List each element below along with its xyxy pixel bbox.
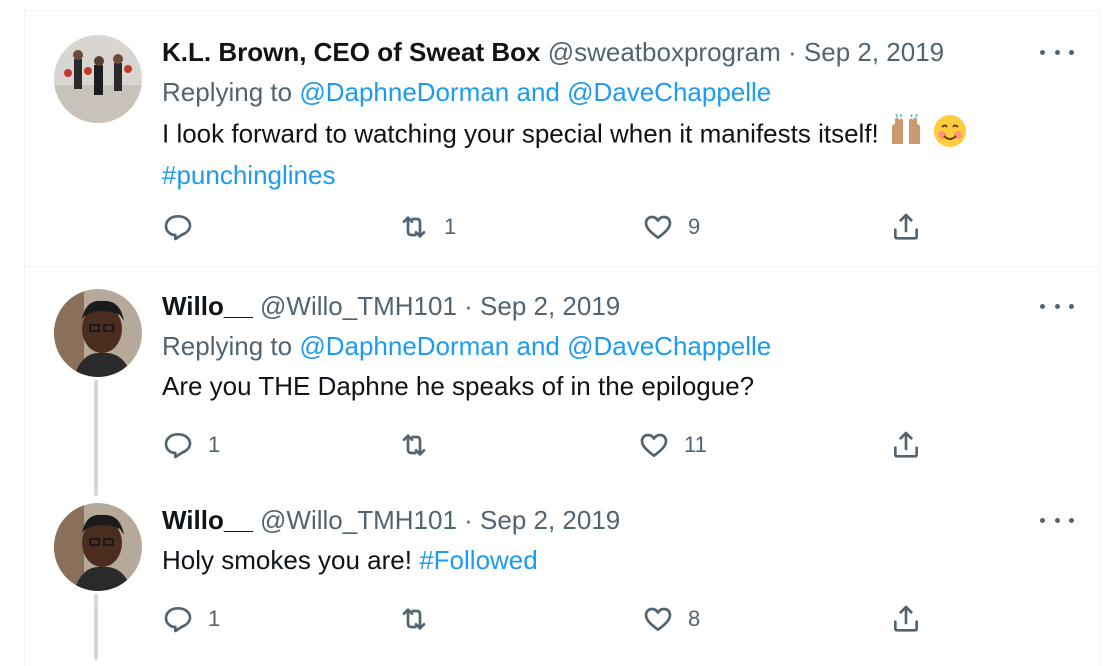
reply-button[interactable]: 1 (162, 602, 220, 636)
handle[interactable]: @Willo_TMH101 (260, 505, 457, 535)
handle[interactable]: @sweatboxprogram (548, 37, 781, 67)
more-icon[interactable] (1040, 42, 1074, 62)
avatar-image-dancers (54, 35, 142, 123)
replying-to: Replying to @DaphneDorman and @DaveChapp… (162, 76, 771, 108)
thread-connector (94, 380, 98, 496)
like-button[interactable]: 9 (642, 210, 700, 244)
retweet-button[interactable] (398, 602, 444, 636)
tweet-actions: 1 9 (162, 210, 942, 244)
tweet-divider (24, 266, 1100, 267)
tweet-header: Willo__ @Willo_TMH101 · Sep 2, 2019 (162, 504, 620, 536)
retweet-count: 1 (444, 214, 457, 239)
tweet-text: Holy smokes you are! #Followed (162, 542, 1042, 578)
tweet-actions: 1 11 (162, 428, 942, 462)
more-icon[interactable] (1040, 510, 1074, 530)
avatar[interactable] (54, 35, 142, 123)
avatar[interactable] (54, 289, 142, 377)
timestamp[interactable]: Sep 2, 2019 (480, 291, 620, 321)
replying-to-link[interactable]: @DaphneDorman and @DaveChappelle (299, 331, 771, 361)
tweet-header: Willo__ @Willo_TMH101 · Sep 2, 2019 (162, 290, 620, 322)
share-button[interactable] (890, 428, 922, 462)
share-button[interactable] (890, 210, 922, 244)
separator: · (456, 505, 481, 535)
reply-icon (164, 607, 192, 633)
retweet-button[interactable]: 1 (398, 210, 456, 244)
tweet-actions: 1 8 (162, 602, 942, 636)
tweet-header: K.L. Brown, CEO of Sweat Box @sweatboxpr… (162, 36, 944, 68)
timestamp[interactable]: Sep 2, 2019 (480, 505, 620, 535)
replying-to: Replying to @DaphneDorman and @DaveChapp… (162, 330, 771, 362)
retweet-button[interactable] (398, 428, 444, 462)
like-button[interactable]: 8 (642, 602, 700, 636)
avatar-image-person (54, 503, 142, 591)
separator: · (780, 37, 804, 67)
tweet-text-main: Are you THE Daphne he speaks of in the e… (162, 371, 755, 401)
hashtag-link[interactable]: #punchinglines (162, 160, 335, 190)
reply-button[interactable]: 1 (162, 428, 220, 462)
share-icon (894, 213, 918, 240)
reply-icon (164, 433, 192, 459)
like-count: 11 (684, 432, 707, 457)
timestamp[interactable]: Sep 2, 2019 (804, 37, 944, 67)
hashtag-link[interactable]: #Followed (419, 545, 538, 575)
tweet-text-main: Holy smokes you are! (162, 545, 412, 575)
tweet-text: Are you THE Daphne he speaks of in the e… (162, 368, 1042, 404)
more-icon[interactable] (1040, 296, 1074, 316)
reply-count: 1 (208, 432, 221, 457)
avatar-image-person (54, 289, 142, 377)
like-count: 9 (688, 214, 701, 239)
handle[interactable]: @Willo_TMH101 (260, 291, 457, 321)
replying-prefix: Replying to (162, 77, 300, 107)
share-icon (894, 605, 918, 632)
replying-prefix: Replying to (162, 331, 300, 361)
raising-hands-emoji (886, 113, 926, 157)
like-icon (640, 433, 668, 457)
tweet-text-main: I look forward to watching your special … (162, 118, 879, 149)
reply-icon (164, 215, 192, 241)
like-button[interactable]: 11 (638, 428, 707, 462)
tweet-text: I look forward to watching your special … (162, 113, 1042, 193)
reply-count: 1 (208, 606, 221, 631)
like-count: 8 (688, 606, 701, 631)
separator: · (456, 291, 481, 321)
replying-to-link[interactable]: @DaphneDorman and @DaveChappelle (299, 77, 771, 107)
display-name[interactable]: Willo__ (162, 505, 253, 535)
share-button[interactable] (890, 602, 922, 636)
like-icon (644, 607, 672, 631)
display-name[interactable]: K.L. Brown, CEO of Sweat Box (162, 37, 540, 67)
share-icon (894, 431, 918, 458)
display-name[interactable]: Willo__ (162, 291, 253, 321)
retweet-icon (402, 216, 426, 238)
like-icon (644, 215, 672, 239)
avatar[interactable] (54, 503, 142, 591)
thread-connector (94, 594, 98, 660)
reply-button[interactable] (162, 210, 208, 244)
smiling-face-emoji (933, 114, 967, 157)
retweet-icon (402, 434, 426, 456)
retweet-icon (402, 608, 426, 630)
